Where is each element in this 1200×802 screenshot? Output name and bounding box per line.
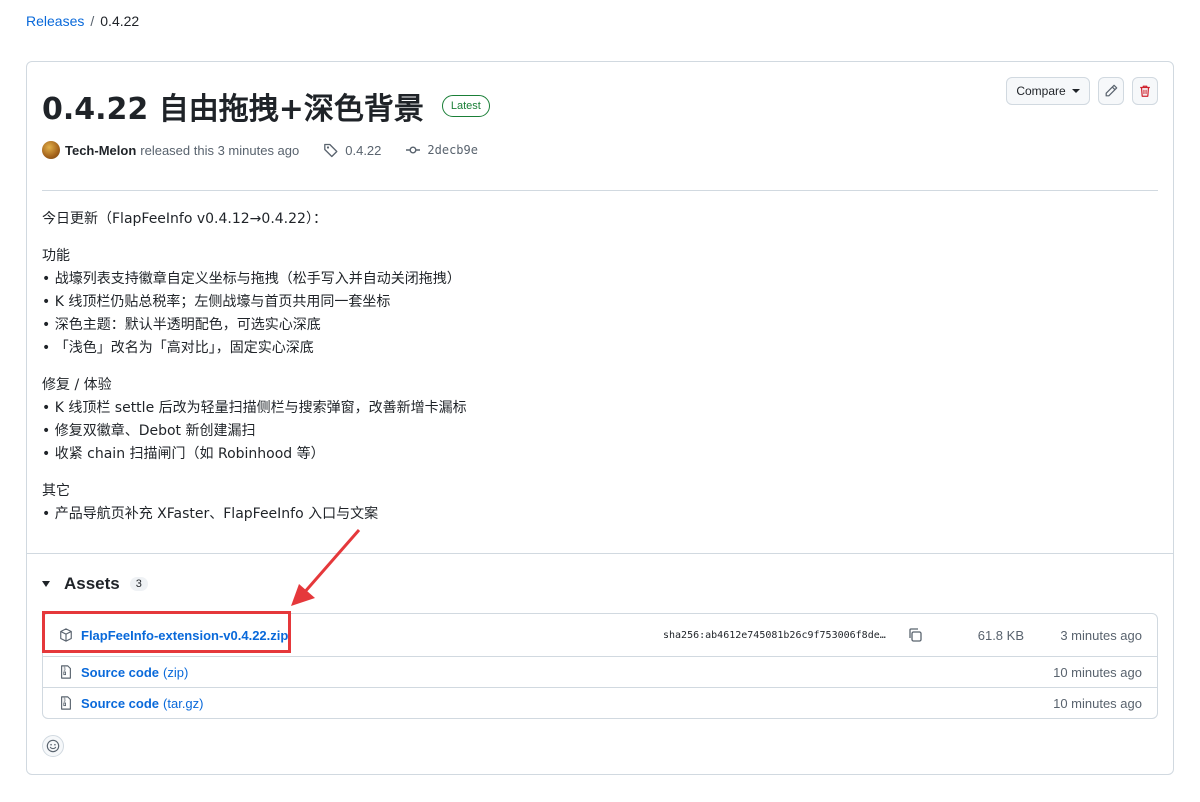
latest-badge: Latest — [441, 95, 490, 117]
asset-row: Source code (zip) 10 minutes ago — [43, 656, 1157, 687]
source-targz-link[interactable]: Source code (tar.gz) — [81, 696, 204, 711]
release-actions: Compare — [1006, 77, 1158, 105]
notes-item: • 收紧 chain 扫描闸门（如 Robinhood 等） — [42, 446, 325, 462]
copy-icon[interactable] — [907, 627, 923, 643]
smiley-icon — [46, 739, 60, 753]
notes-item: • K 线顶栏仍贴总税率；左侧战壕与首页共用同一套坐标 — [42, 294, 391, 310]
notes-intro: 今日更新（FlapFeeInfo v0.4.12→0.4.22）： — [42, 211, 327, 227]
source-zip-link[interactable]: Source code (zip) — [81, 665, 188, 680]
edit-button[interactable] — [1098, 77, 1124, 105]
tag-label: 0.4.22 — [345, 142, 382, 158]
source-ext: (tar.gz) — [163, 695, 204, 711]
asset-row: Source code (tar.gz) 10 minutes ago — [43, 687, 1157, 718]
delete-button[interactable] — [1132, 77, 1158, 105]
caret-down-icon — [1071, 89, 1080, 93]
commit-link[interactable]: 2decb9e — [405, 142, 478, 158]
file-zip-icon — [61, 665, 71, 679]
notes-item: • 「浅色」改名为「高对比」，固定实心深底 — [42, 340, 314, 356]
pencil-icon — [1105, 84, 1118, 97]
tag-icon — [324, 143, 338, 158]
notes-item: • 产品导航页补充 XFaster、FlapFeeInfo 入口与文案 — [42, 506, 379, 522]
asset-time: 10 minutes ago — [1053, 695, 1142, 711]
compare-label: Compare — [1016, 84, 1066, 98]
arrow-annotation-icon — [291, 529, 361, 606]
file-zip-icon — [61, 696, 71, 710]
trash-icon — [1140, 85, 1150, 97]
asset-size: 61.8 KB — [977, 627, 1024, 643]
assets-divider — [27, 553, 1173, 554]
breadcrumb-separator: / — [90, 13, 95, 29]
asset-sha: sha256:ab4612e745081b26c9f753006f8de… — [663, 629, 886, 641]
assets-title: Assets — [64, 574, 120, 593]
assets-count: 3 — [129, 577, 148, 591]
compare-button[interactable]: Compare — [1006, 77, 1090, 105]
add-reaction-button[interactable] — [42, 735, 64, 757]
release-card: 0.4.22 自由拖拽+深色背景 Latest Compare Tech-Mel… — [26, 61, 1174, 775]
release-title: 0.4.22 自由拖拽+深色背景 — [42, 92, 424, 127]
notes-item: • 深色主题：默认半透明配色，可选实心深底 — [42, 317, 321, 333]
source-code-label: Source code — [81, 664, 160, 680]
avatar[interactable] — [42, 141, 60, 159]
commit-hash: 2decb9e — [427, 143, 478, 157]
notes-item: • 修复双徽章、Debot 新创建漏扫 — [42, 423, 256, 439]
breadcrumb-current: 0.4.22 — [100, 13, 140, 29]
release-notes: 今日更新（FlapFeeInfo v0.4.12→0.4.22）： 功能 • 战… — [42, 208, 467, 526]
source-ext: (zip) — [163, 664, 189, 680]
asset-time: 3 minutes ago — [1060, 627, 1142, 643]
header-divider — [42, 190, 1158, 191]
release-meta: Tech-Melon released this 3 minutes ago 0… — [42, 141, 478, 159]
source-code-label: Source code — [81, 695, 160, 711]
release-header: 0.4.22 自由拖拽+深色背景 Latest — [42, 84, 490, 128]
notes-item: • 战壕列表支持徽章自定义坐标与拖拽（松手写入并自动关闭拖拽） — [42, 271, 461, 287]
breadcrumb-releases-link[interactable]: Releases — [26, 13, 84, 29]
released-text: released this 3 minutes ago — [140, 142, 300, 158]
commit-icon — [406, 146, 421, 154]
triangle-down-icon — [42, 581, 50, 587]
author-link[interactable]: Tech-Melon — [65, 143, 136, 158]
asset-time: 10 minutes ago — [1053, 664, 1142, 680]
breadcrumb: Releases / 0.4.22 — [26, 13, 139, 29]
tag-link[interactable]: 0.4.22 — [323, 142, 381, 158]
notes-item: • K 线顶栏 settle 后改为轻量扫描侧栏与搜索弹窗，改善新增卡漏标 — [42, 400, 467, 416]
notes-section-heading: 修复 / 体验 — [42, 377, 112, 393]
assets-toggle[interactable]: Assets 3 — [42, 574, 148, 594]
notes-section-heading: 功能 — [42, 248, 70, 264]
notes-section-heading: 其它 — [42, 483, 70, 499]
highlight-box-annotation — [42, 611, 291, 653]
